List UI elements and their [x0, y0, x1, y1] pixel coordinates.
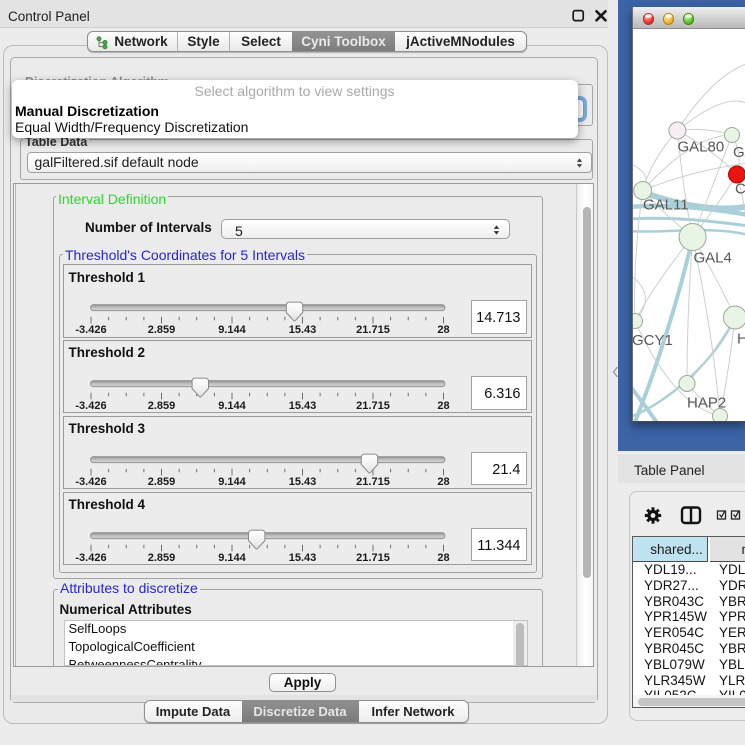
svg-text:HAP2: HAP2 [687, 395, 726, 412]
svg-text:C: C [735, 181, 745, 198]
svg-text:GAL80: GAL80 [678, 139, 725, 156]
svg-text:H: H [737, 331, 745, 348]
svg-text:GAL11: GAL11 [643, 197, 689, 214]
svg-text:GAL4: GAL4 [694, 250, 732, 267]
svg-text:GA: GA [733, 144, 745, 161]
svg-text:GCY1: GCY1 [633, 332, 673, 349]
